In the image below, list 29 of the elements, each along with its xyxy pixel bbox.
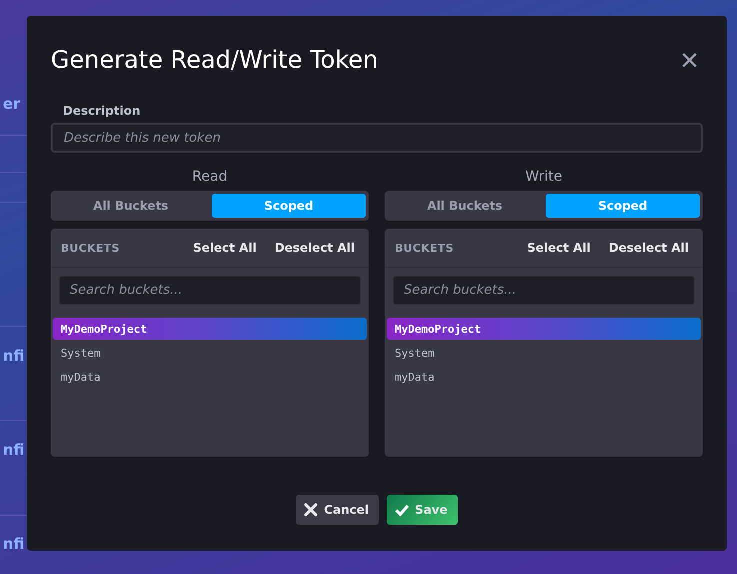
mode-tab[interactable]: All Buckets [388, 194, 542, 218]
bucket-item[interactable]: MyDemoProject [53, 318, 367, 340]
bucket-item[interactable]: myData [53, 366, 367, 388]
description-label: Description [63, 104, 142, 118]
background-text: nfi [3, 440, 25, 461]
search-field[interactable]: Search buckets... [59, 276, 361, 305]
close-icon [304, 503, 318, 517]
description-field[interactable]: Describe this new token [51, 123, 703, 153]
bucket-item[interactable]: System [387, 342, 701, 364]
bucket-item[interactable]: System [53, 342, 367, 364]
bucket-item[interactable]: MyDemoProject [387, 318, 701, 340]
deselect-all-button[interactable]: Deselect All [602, 241, 695, 255]
panel-title: Write [524, 169, 564, 187]
mode-tab[interactable]: All Buckets [54, 194, 208, 218]
close-button[interactable]: × [680, 44, 699, 76]
buckets-header: BUCKETS [395, 242, 455, 254]
cancel-button[interactable]: Cancel [296, 495, 380, 525]
background-text: nfi [3, 346, 25, 367]
search-field[interactable]: Search buckets... [393, 276, 695, 305]
deselect-all-button[interactable]: Deselect All [268, 241, 361, 255]
bucket-item[interactable]: myData [387, 366, 701, 388]
checkmark-icon [395, 503, 410, 517]
select-all-button[interactable]: Select All [521, 241, 597, 255]
panel-title: Read [191, 169, 229, 187]
dialog-title: Generate Read/Write Token [51, 46, 378, 74]
background-text: er [3, 94, 21, 115]
background-text: nfi [3, 534, 25, 555]
buckets-header: BUCKETS [61, 242, 121, 254]
select-all-button[interactable]: Select All [187, 241, 263, 255]
